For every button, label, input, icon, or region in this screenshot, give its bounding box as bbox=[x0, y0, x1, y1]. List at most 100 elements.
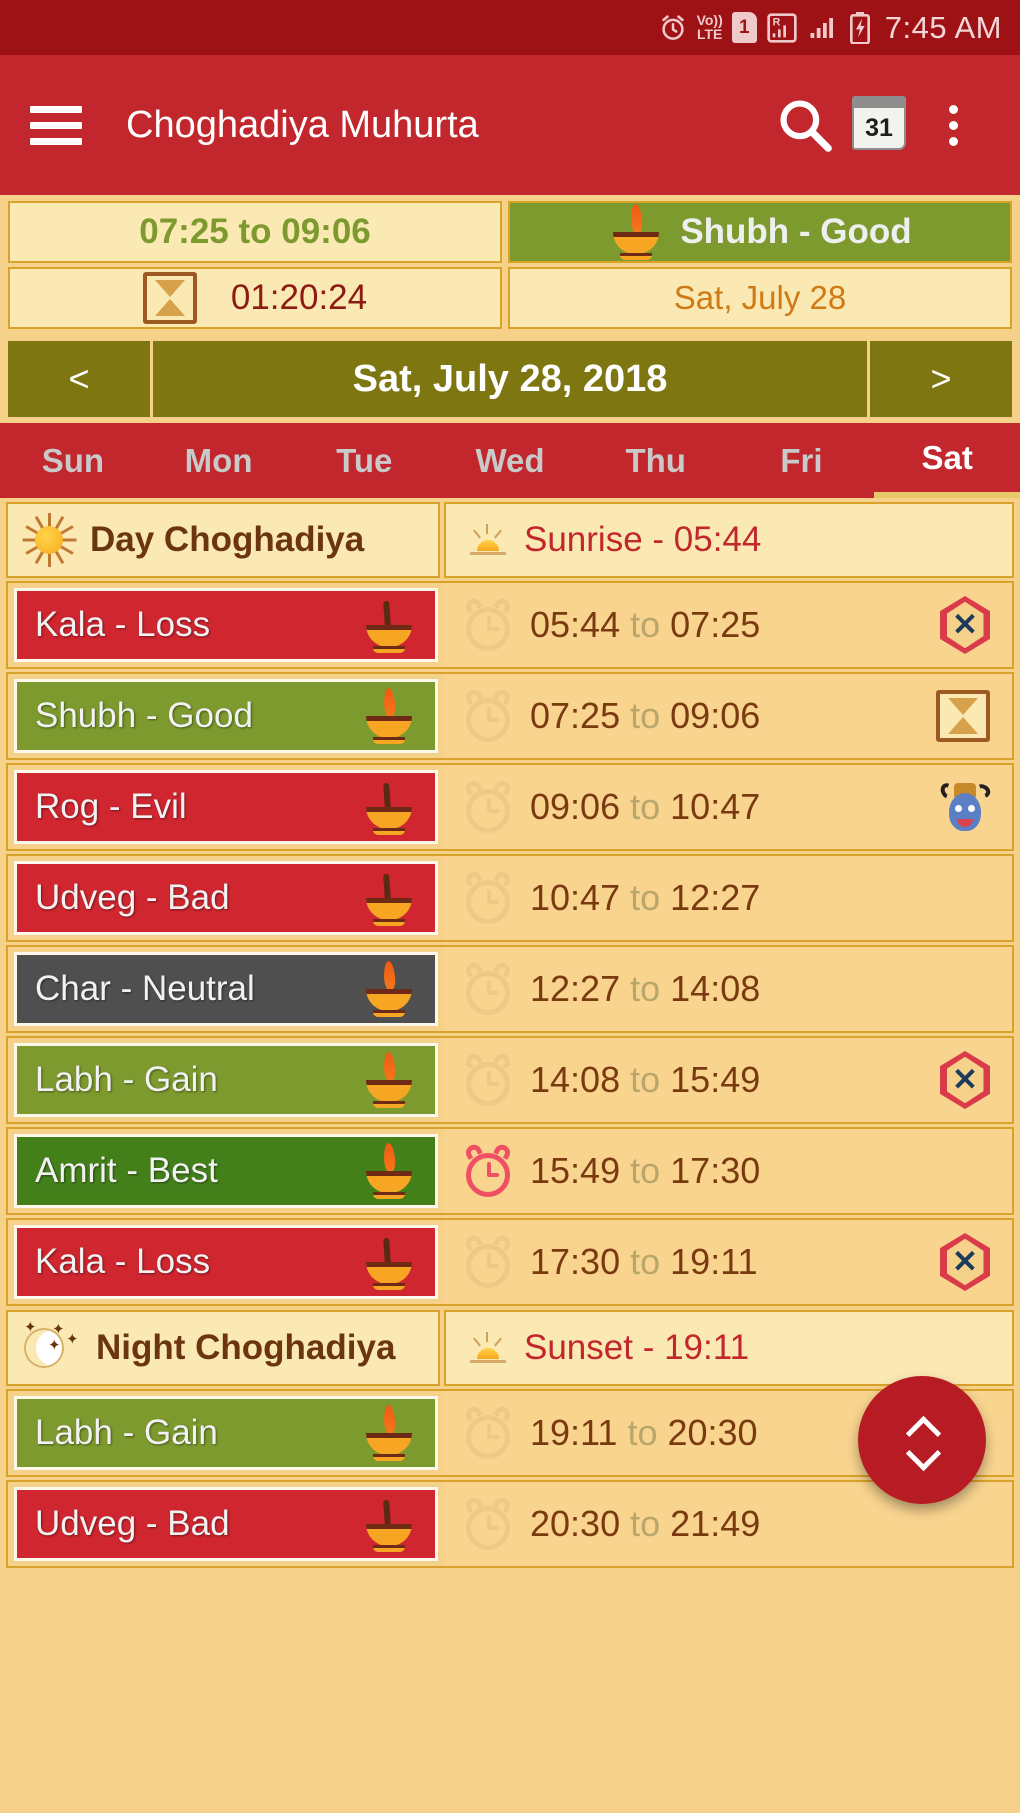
sunrise-label: Sunrise - 05:44 bbox=[524, 520, 762, 559]
muhurta-chip: Udveg - Bad bbox=[14, 1487, 438, 1561]
row-time-cell[interactable]: 07:25 to 09:06 bbox=[444, 672, 1014, 760]
alarm-off-icon[interactable] bbox=[462, 777, 514, 833]
muhurta-chip: Labh - Gain bbox=[14, 1396, 438, 1470]
weekday-tab-sat[interactable]: Sat bbox=[874, 423, 1020, 498]
row-label-cell[interactable]: Shubh - Good bbox=[6, 672, 444, 760]
muhurta-chip: Char - Neutral bbox=[14, 952, 438, 1026]
diya-unlit-icon bbox=[361, 1234, 417, 1290]
table-row[interactable]: Kala - Loss 05:44 to 07:25 ✕ bbox=[6, 581, 1014, 669]
status-badge: Shubh - Good bbox=[508, 201, 1012, 263]
table-row[interactable]: Udveg - Bad 10:47 to 12:27 bbox=[6, 854, 1014, 942]
table-row[interactable]: Shubh - Good 07:25 to 09:06 bbox=[6, 672, 1014, 760]
row-time-range: 19:11 to 20:30 bbox=[530, 1412, 758, 1453]
muhurta-name: Udveg - Bad bbox=[35, 1504, 230, 1543]
day-section-header: Day Choghadiya Sunrise - 05:44 bbox=[6, 502, 1014, 578]
volte-bottom-label: LTE bbox=[696, 25, 723, 42]
row-time-range: 17:30 to 19:11 bbox=[530, 1241, 758, 1282]
table-row[interactable]: Udveg - Bad 20:30 to 21:49 bbox=[6, 1480, 1014, 1568]
sim1-icon: 1 bbox=[731, 12, 757, 43]
diya-lit-icon bbox=[361, 687, 417, 744]
table-row[interactable]: Kala - Loss 17:30 to 19:11 ✕ bbox=[6, 1218, 1014, 1306]
muhurta-name: Rog - Evil bbox=[35, 787, 187, 826]
muhurta-name: Amrit - Best bbox=[35, 1151, 218, 1190]
page-title: Choghadiya Muhurta bbox=[126, 103, 479, 146]
row-time-range: 15:49 to 17:30 bbox=[530, 1150, 761, 1191]
row-label-cell[interactable]: Udveg - Bad bbox=[6, 1480, 444, 1568]
hamburger-menu-icon[interactable] bbox=[30, 105, 82, 145]
table-row[interactable]: Amrit - Best 15:49 to 17:30 bbox=[6, 1127, 1014, 1215]
weekday-tab-fri[interactable]: Fri bbox=[729, 423, 875, 498]
weekday-tabs: Sun Mon Tue Wed Thu Fri Sat bbox=[0, 423, 1020, 498]
alarm-off-icon[interactable] bbox=[462, 868, 514, 924]
forbidden-icon: ✕ bbox=[940, 596, 990, 654]
row-time-range: 20:30 to 21:49 bbox=[530, 1503, 761, 1544]
roaming-signal-icon: R bbox=[766, 12, 798, 44]
more-options-icon[interactable] bbox=[916, 88, 990, 162]
row-time-range: 07:25 to 09:06 bbox=[530, 695, 761, 736]
day-section-title-cell: Day Choghadiya bbox=[6, 502, 440, 578]
row-time-cell[interactable]: 14:08 to 15:49 ✕ bbox=[444, 1036, 1014, 1124]
forbidden-icon: ✕ bbox=[940, 1051, 990, 1109]
row-time-cell[interactable]: 12:27 to 14:08 bbox=[444, 945, 1014, 1033]
alarm-off-icon[interactable] bbox=[462, 686, 514, 742]
alarm-off-icon[interactable] bbox=[462, 1403, 514, 1459]
muhurta-chip: Rog - Evil bbox=[14, 770, 438, 844]
alarm-off-icon[interactable] bbox=[462, 595, 514, 651]
table-row[interactable]: Rog - Evil 09:06 to 10:47 bbox=[6, 763, 1014, 851]
row-time-range: 12:27 to 14:08 bbox=[530, 968, 761, 1009]
row-label-cell[interactable]: Udveg - Bad bbox=[6, 854, 444, 942]
muhurta-chip: Amrit - Best bbox=[14, 1134, 438, 1208]
row-time-cell[interactable]: 09:06 to 10:47 bbox=[444, 763, 1014, 851]
diya-unlit-icon bbox=[361, 1496, 417, 1552]
row-label-cell[interactable]: Rog - Evil bbox=[6, 763, 444, 851]
diya-lit-icon bbox=[361, 1142, 417, 1199]
row-time-cell[interactable]: 15:49 to 17:30 bbox=[444, 1127, 1014, 1215]
weekday-tab-mon[interactable]: Mon bbox=[146, 423, 292, 498]
sunset-icon bbox=[466, 1330, 510, 1366]
scroll-toggle-fab[interactable] bbox=[858, 1376, 986, 1504]
alarm-off-icon[interactable] bbox=[462, 1494, 514, 1550]
alarm-off-icon[interactable] bbox=[462, 959, 514, 1015]
hourglass-icon bbox=[142, 272, 197, 324]
alarm-off-icon[interactable] bbox=[462, 1232, 514, 1288]
demon-icon bbox=[938, 779, 993, 835]
hourglass-icon bbox=[936, 690, 990, 742]
calendar-icon[interactable]: 31 bbox=[842, 88, 916, 162]
muhurta-name: Labh - Gain bbox=[35, 1413, 218, 1452]
next-day-button[interactable]: > bbox=[870, 341, 1012, 417]
alarm-on-icon[interactable] bbox=[462, 1141, 514, 1197]
row-label-cell[interactable]: Char - Neutral bbox=[6, 945, 444, 1033]
weekday-tab-thu[interactable]: Thu bbox=[583, 423, 729, 498]
svg-text:R: R bbox=[772, 16, 780, 28]
status-bar: Vo)) LTE 1 R 7:45 AM bbox=[0, 0, 1020, 55]
row-time-range: 14:08 to 15:49 bbox=[530, 1059, 761, 1100]
weekday-tab-tue[interactable]: Tue bbox=[291, 423, 437, 498]
sunset-label: Sunset - 19:11 bbox=[524, 1328, 750, 1367]
moon-stars-icon: ✦ ✦ ✦ ✦ bbox=[22, 1320, 82, 1376]
row-label-cell[interactable]: Kala - Loss bbox=[6, 1218, 444, 1306]
row-label-cell[interactable]: Labh - Gain bbox=[6, 1389, 444, 1477]
diya-unlit-icon bbox=[361, 870, 417, 926]
table-row[interactable]: Char - Neutral 12:27 to 14:08 bbox=[6, 945, 1014, 1033]
row-time-cell[interactable]: 17:30 to 19:11 ✕ bbox=[444, 1218, 1014, 1306]
alarm-off-icon[interactable] bbox=[462, 1050, 514, 1106]
diya-lamp-icon bbox=[608, 203, 664, 260]
calendar-day-number: 31 bbox=[852, 106, 906, 150]
row-label-cell[interactable]: Kala - Loss bbox=[6, 581, 444, 669]
current-date-button[interactable]: Sat, July 28, 2018 bbox=[153, 341, 867, 417]
search-icon[interactable] bbox=[768, 88, 842, 162]
alarm-icon bbox=[658, 13, 688, 43]
diya-lit-icon bbox=[361, 960, 417, 1017]
row-label-cell[interactable]: Labh - Gain bbox=[6, 1036, 444, 1124]
row-time-cell[interactable]: 05:44 to 07:25 ✕ bbox=[444, 581, 1014, 669]
sun-icon bbox=[22, 513, 77, 567]
prev-day-button[interactable]: < bbox=[8, 341, 150, 417]
row-time-range: 05:44 to 07:25 bbox=[530, 604, 761, 645]
row-time-cell[interactable]: 10:47 to 12:27 bbox=[444, 854, 1014, 942]
sunrise-icon bbox=[466, 522, 510, 558]
table-row[interactable]: Labh - Gain 14:08 to 15:49 ✕ bbox=[6, 1036, 1014, 1124]
night-section-title: Night Choghadiya bbox=[96, 1328, 396, 1367]
weekday-tab-sun[interactable]: Sun bbox=[0, 423, 146, 498]
row-label-cell[interactable]: Amrit - Best bbox=[6, 1127, 444, 1215]
weekday-tab-wed[interactable]: Wed bbox=[437, 423, 583, 498]
